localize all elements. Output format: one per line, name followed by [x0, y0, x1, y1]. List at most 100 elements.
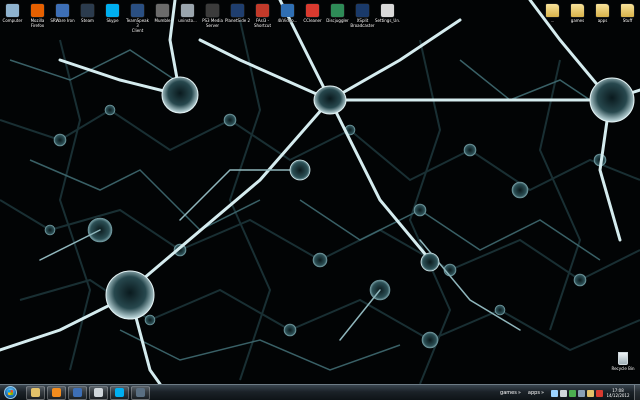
neuron-wallpaper — [0, 0, 640, 384]
desktop-icon-label: FAsl3 - Shortcut — [253, 18, 272, 28]
double-chevron-icon: » — [540, 390, 544, 396]
network-icon[interactable] — [551, 389, 558, 397]
desktop-icon[interactable]: Skype — [100, 2, 125, 33]
skype-icon — [106, 4, 119, 17]
show-desktop-button[interactable] — [634, 385, 640, 400]
planetside-icon — [231, 4, 244, 17]
tray-icons — [551, 389, 605, 397]
desktop-icon-label: Mumble — [154, 18, 171, 23]
desktop-icon-label: XSplit Broadcaster — [350, 18, 375, 28]
steam-icon — [136, 388, 145, 397]
desktop-icon[interactable]: 4kVideo... — [275, 2, 300, 33]
desktop-icon[interactable]: apps — [590, 2, 615, 23]
folder-icon — [31, 388, 40, 397]
desktop-icon-label: PS3 Media Server — [202, 18, 223, 28]
taskbar-button-explorer[interactable] — [26, 385, 45, 400]
start-button[interactable] — [0, 385, 20, 400]
desktop-icon-label: Mozilla Firefox — [30, 18, 45, 28]
desktop-icon-label: Skype — [106, 18, 119, 23]
desktop-icons-right: ... games apps Stuff — [540, 2, 640, 23]
ps3-media-server-icon — [206, 4, 219, 17]
ccleaner-icon — [306, 4, 319, 17]
media-player-icon — [52, 388, 61, 397]
teamspeak-icon — [131, 4, 144, 17]
desktop-icon[interactable]: XSplit Broadcaster — [350, 2, 375, 33]
system-tray: games » apps » 17:08 14/12/2012 — [500, 385, 640, 400]
flag-icon[interactable] — [587, 389, 594, 397]
toolbar-apps-label: apps — [527, 390, 540, 396]
browser-icon — [73, 388, 82, 397]
desktop-icon-label: PlanetSide 2 — [225, 18, 250, 23]
discjuggler-icon — [331, 4, 344, 17]
steam-tray-icon[interactable] — [578, 389, 585, 397]
desktop-icon[interactable]: Mumble — [150, 2, 175, 33]
desktop-icon-label: ... — [550, 18, 555, 23]
taskbar: games » apps » 17:08 14/12/2012 — [0, 384, 640, 400]
update-icon[interactable] — [596, 389, 603, 397]
desktop-icon-label: apps — [597, 18, 608, 23]
taskbar-button-skype[interactable] — [110, 385, 129, 400]
desktop-icon[interactable]: Mozilla Firefox — [25, 2, 50, 33]
mumble-icon — [156, 4, 169, 17]
settings-icon — [381, 4, 394, 17]
desktop-icon-label: Computer — [2, 18, 23, 23]
folder-icon — [571, 4, 584, 17]
srware-iron-icon — [56, 4, 69, 17]
double-chevron-icon: » — [517, 390, 521, 396]
windows-logo-icon — [3, 386, 17, 399]
desktop-icon[interactable]: TeamSpeak 3 Client — [125, 2, 150, 33]
desktop[interactable]: Computer Mozilla Firefox SRWare Iron Steam S… — [0, 0, 640, 384]
clock[interactable]: 17:08 14/12/2012 — [605, 388, 631, 398]
toolbar-games[interactable]: games » — [500, 390, 521, 396]
desktop-icon-label: uninsto... — [178, 18, 197, 23]
desktop-icon[interactable]: Stuff — [615, 2, 640, 23]
desktop-icon[interactable]: PS3 Media Server — [200, 2, 225, 33]
desktop-icon-label: Discjuggler — [326, 18, 349, 23]
desktop-icon[interactable]: ... — [540, 2, 565, 23]
desktop-icon[interactable]: Steam — [75, 2, 100, 33]
desktop-icon-label: Stuff — [622, 18, 633, 23]
taskbar-button-app[interactable] — [89, 385, 108, 400]
desktop-icon[interactable]: CCleaner — [300, 2, 325, 33]
shield-icon[interactable] — [569, 389, 576, 397]
desktop-icon[interactable]: uninsto... — [175, 2, 200, 33]
desktop-icon-label: CCleaner — [303, 18, 322, 23]
desktop-icon[interactable]: Settings_Un... — [375, 2, 400, 33]
recycle-bin-icon — [618, 352, 628, 365]
xsplit-icon — [356, 4, 369, 17]
taskbar-button-media-player[interactable] — [47, 385, 66, 400]
computer-icon — [6, 4, 19, 17]
taskbar-pinned-apps — [24, 385, 150, 400]
desktop-icon-label: Steam — [81, 18, 94, 23]
desktop-icon[interactable]: PlanetSide 2 — [225, 2, 250, 33]
recycle-bin[interactable]: Recycle Bin — [608, 352, 638, 371]
desktop-icon[interactable]: Computer — [0, 2, 25, 33]
desktop-icons-left: Computer Mozilla Firefox SRWare Iron Steam S… — [0, 2, 400, 33]
desktop-icon-label: Settings_Un... — [375, 18, 400, 23]
volume-icon[interactable] — [560, 389, 567, 397]
desktop-icon-label: games — [570, 18, 585, 23]
toolbar-apps[interactable]: apps » — [528, 390, 544, 396]
clock-date: 14/12/2012 — [606, 393, 630, 398]
folder-icon — [546, 4, 559, 17]
taskbar-button-steam[interactable] — [131, 385, 150, 400]
desktop-icon[interactable]: games — [565, 2, 590, 23]
taskbar-button-browser[interactable] — [68, 385, 87, 400]
app-icon — [94, 388, 103, 397]
shortcut-icon — [256, 4, 269, 17]
firefox-icon — [31, 4, 44, 17]
uninstaller-icon — [181, 4, 194, 17]
recycle-bin-label: Recycle Bin — [611, 366, 635, 371]
skype-icon — [115, 388, 124, 397]
desktop-icon-label: TeamSpeak 3 Client — [126, 18, 149, 33]
folder-icon — [621, 4, 634, 17]
folder-icon — [596, 4, 609, 17]
video-downloader-icon — [281, 4, 294, 17]
steam-icon — [81, 4, 94, 17]
desktop-icon[interactable]: Discjuggler — [325, 2, 350, 33]
desktop-icon[interactable]: FAsl3 - Shortcut — [250, 2, 275, 33]
desktop-icon[interactable]: SRWare Iron — [50, 2, 75, 33]
toolbar-games-label: games — [500, 390, 517, 396]
desktop-icon-label: SRWare Iron — [50, 18, 75, 23]
desktop-icon-label: 4kVideo... — [277, 18, 298, 23]
